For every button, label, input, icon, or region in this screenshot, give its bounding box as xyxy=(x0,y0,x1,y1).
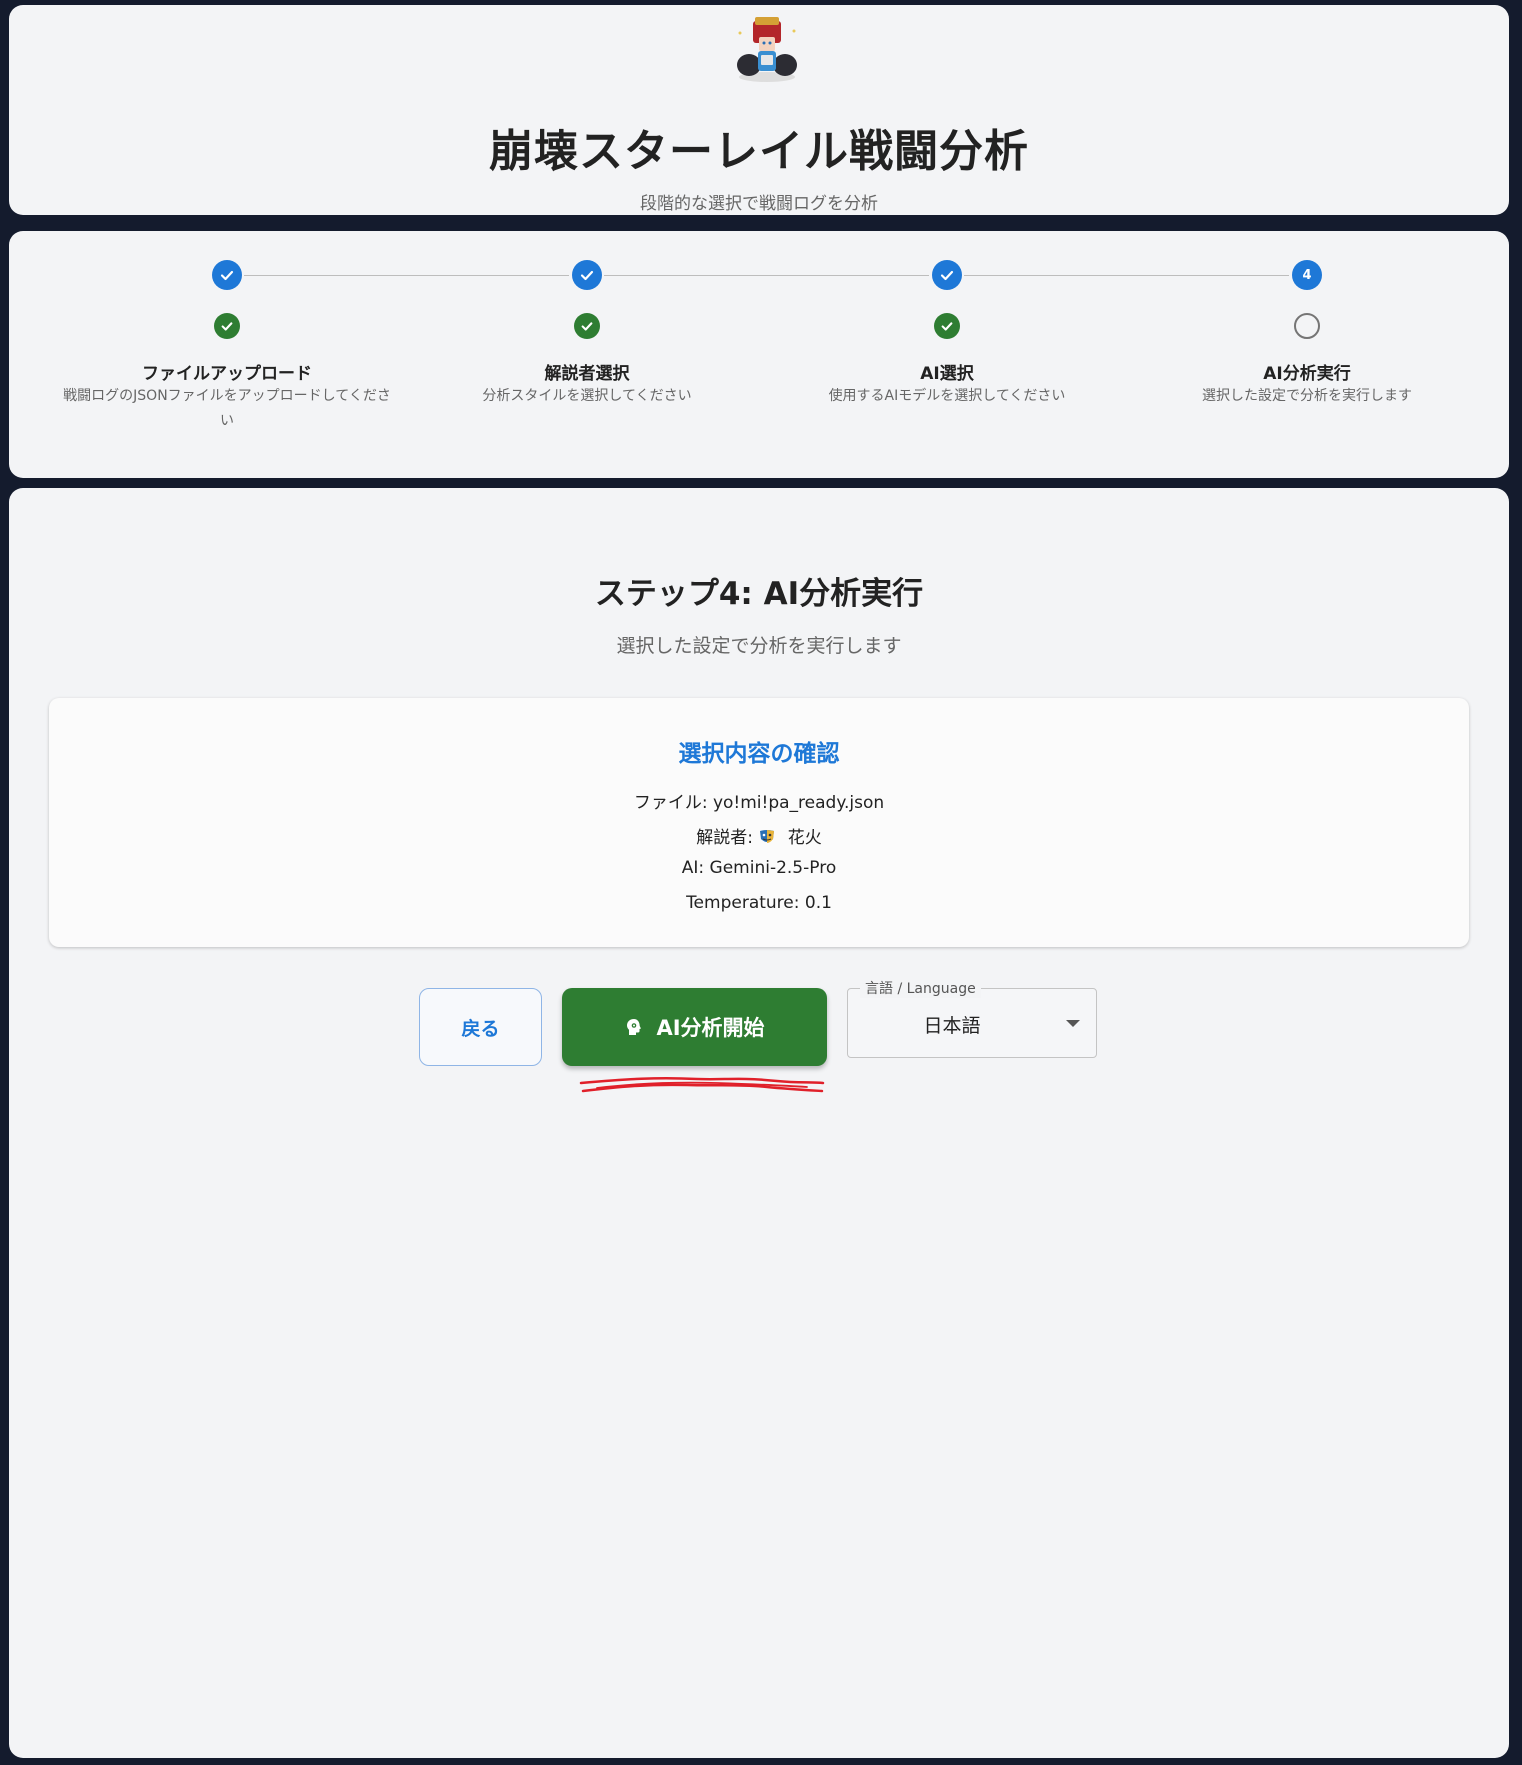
step-subheading: 選択した設定で分析を実行します xyxy=(616,635,902,657)
step-connector xyxy=(604,275,929,276)
confirmation-file: ファイル: yo!mi!pa_ready.json xyxy=(633,793,885,813)
confirmation-panel: 選択内容の確認 ファイル: yo!mi!pa_ready.json 解説者: 花… xyxy=(49,698,1469,947)
commentator-name: 花火 xyxy=(787,828,822,848)
completed-check-icon xyxy=(934,313,960,339)
step-number-check-icon xyxy=(572,260,602,290)
step-title: AI分析実行 xyxy=(1263,364,1351,384)
app-subtitle: 段階的な選択で戦闘ログを分析 xyxy=(640,194,878,214)
step-title: AI選択 xyxy=(920,364,974,384)
start-analysis-button[interactable]: AI分析開始 xyxy=(562,988,827,1066)
stepper-card: ファイルアップロード 戦闘ログのJSONファイルをアップロードしてください 解説… xyxy=(9,231,1509,478)
start-analysis-label: AI分析開始 xyxy=(656,1016,765,1040)
step-connector xyxy=(244,275,569,276)
back-button[interactable]: 戻る xyxy=(419,988,542,1066)
app-title: 崩壊スターレイル戦闘分析 xyxy=(489,126,1029,177)
confirmation-temperature: Temperature: 0.1 xyxy=(686,893,832,913)
mask-emoji-icon xyxy=(760,830,775,843)
step-heading: ステップ4: AI分析実行 xyxy=(594,576,924,612)
step-description: 戦闘ログのJSONファイルをアップロードしてください xyxy=(63,388,391,429)
step-description: 選択した設定で分析を実行します xyxy=(1202,388,1412,404)
language-select-value: 日本語 xyxy=(923,1015,981,1037)
confirmation-commentator: 解説者: 花火 xyxy=(49,823,1469,848)
completed-check-icon xyxy=(574,313,600,339)
language-select[interactable]: 言語 / Language 日本語 xyxy=(847,978,1097,1058)
confirmation-ai: AI: Gemini-2.5-Pro xyxy=(681,858,837,878)
step-number: 4 xyxy=(1292,260,1322,290)
step-title: ファイルアップロード xyxy=(142,364,312,384)
step-title: 解説者選択 xyxy=(544,364,630,384)
step-description: 分析スタイルを選択してください xyxy=(482,388,692,404)
main-card: ステップ4: AI分析実行 選択した設定で分析を実行します 選択内容の確認 ファ… xyxy=(9,488,1509,1758)
pending-circle-icon xyxy=(1294,313,1320,339)
step-number-check-icon xyxy=(212,260,242,290)
step-connector xyxy=(964,275,1289,276)
character-mascot-icon xyxy=(737,17,797,82)
header-card: 崩壊スターレイル戦闘分析 段階的な選択で戦闘ログを分析 xyxy=(9,5,1509,215)
completed-check-icon xyxy=(214,313,240,339)
commentator-label: 解説者: xyxy=(696,828,753,848)
language-select-label: 言語 / Language xyxy=(860,978,981,998)
confirmation-title: 選択内容の確認 xyxy=(678,741,840,767)
step-number-check-icon xyxy=(932,260,962,290)
dropdown-caret-icon[interactable] xyxy=(1066,1020,1080,1027)
brain-head-icon xyxy=(627,1019,642,1035)
step-description: 使用するAIモデルを選択してください xyxy=(828,388,1066,404)
red-underline-annotation xyxy=(579,1076,825,1093)
